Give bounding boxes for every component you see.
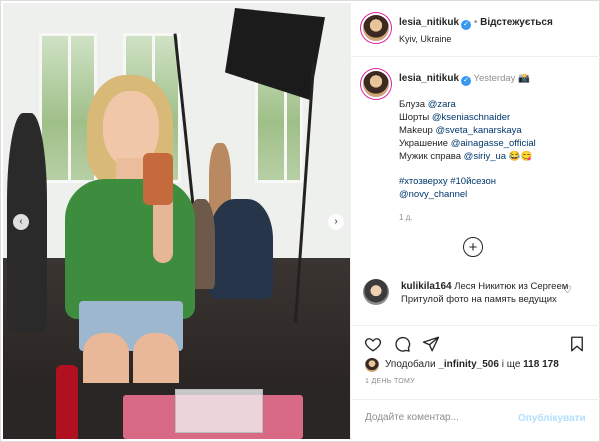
likes-prefix: Уподобали xyxy=(385,359,436,370)
comment-button[interactable] xyxy=(392,334,412,354)
caption-avatar[interactable] xyxy=(363,71,389,97)
share-button[interactable] xyxy=(421,334,441,354)
red-bottle xyxy=(56,365,78,439)
laugh-emoji-icon: 😂😋 xyxy=(508,151,533,162)
verified-badge-icon: ✓ xyxy=(461,76,472,86)
makeup-box xyxy=(175,389,263,433)
commenter-username[interactable]: kulikila164 xyxy=(401,281,452,292)
commenter-avatar[interactable] xyxy=(363,279,389,305)
publish-comment-button[interactable]: Опублікувати xyxy=(518,413,586,424)
caption-line: Makeup @sveta_kanarskaya xyxy=(399,125,522,137)
add-comment-bar: Опублікувати xyxy=(351,399,600,439)
caption-line-text: Шорты xyxy=(399,112,432,123)
separator-dot: • xyxy=(473,17,478,28)
caption-line-text: Блуза xyxy=(399,99,428,110)
chevron-right-icon: › xyxy=(334,216,338,227)
caption-username[interactable]: lesia_nitikuk xyxy=(399,73,459,84)
caption-hashtags[interactable]: #хтозверху #10йсезон xyxy=(399,176,496,188)
chevron-left-icon: ‹ xyxy=(19,216,23,227)
heart-icon xyxy=(364,338,382,352)
comment-bubble-icon xyxy=(395,336,411,352)
header-title-row: lesia_nitikuk ✓ • Відстежується xyxy=(399,17,553,30)
save-button[interactable] xyxy=(567,334,587,354)
caption-line: Шорты @kseniaschnaider xyxy=(399,112,510,124)
post-side-panel: lesia_nitikuk ✓ • Відстежується Kyiv, Ukr… xyxy=(350,3,600,439)
caption-line-text: Makeup xyxy=(399,125,436,136)
caption-channel-mention[interactable]: @novy_channel xyxy=(399,189,467,201)
following-button[interactable]: Відстежується xyxy=(480,17,553,28)
verified-badge-icon: ✓ xyxy=(461,20,472,30)
smartphone xyxy=(143,153,173,205)
load-more-comments-button[interactable]: + xyxy=(463,237,483,257)
post-timestamp[interactable]: 1 ДЕНЬ ТОМУ xyxy=(365,378,415,385)
caption-header: lesia_nitikuk ✓ Yesterday 📸 xyxy=(399,73,530,86)
like-button[interactable] xyxy=(363,334,383,354)
bookmark-icon xyxy=(571,336,583,352)
paper-plane-icon xyxy=(422,336,440,352)
liker-avatar[interactable] xyxy=(365,358,379,372)
author-avatar[interactable] xyxy=(363,15,389,41)
background-person xyxy=(209,199,273,299)
caption-mention[interactable]: @sveta_kanarskaya xyxy=(435,125,521,136)
caption-mention[interactable]: @zara xyxy=(428,99,456,110)
caption-line-text: Украшение xyxy=(399,138,451,149)
caption-mention[interactable]: @siriy_ua xyxy=(464,151,506,162)
post-location[interactable]: Kyiv, Ukraine xyxy=(399,34,451,44)
likes-summary: Уподобали _infinity_506 і ще 118 178 xyxy=(385,359,559,370)
caption-mention[interactable]: @kseniaschnaider xyxy=(432,112,510,123)
post-photo[interactable]: ‹ › xyxy=(3,3,350,439)
green-shirt xyxy=(65,179,195,319)
comment-body: kulikila164 Леся Никитюк из Сергеем Прит… xyxy=(401,280,571,306)
post-header: lesia_nitikuk ✓ • Відстежується Kyiv, Ukr… xyxy=(351,3,600,57)
camera-emoji-icon: 📸 xyxy=(518,73,530,84)
likes-count[interactable]: 118 178 xyxy=(523,359,559,370)
caption-mention[interactable]: @ainagasse_official xyxy=(451,138,536,149)
caption-line-text: Мужик справа xyxy=(399,151,464,162)
author-username[interactable]: lesia_nitikuk xyxy=(399,17,459,28)
prev-photo-button[interactable]: ‹ xyxy=(13,214,29,230)
caption-age: 1 д. xyxy=(399,213,413,222)
likes-middle: і ще xyxy=(501,359,521,370)
instagram-post: ‹ › lesia_nitikuk ✓ • Відстежується Kyiv,… xyxy=(0,0,600,442)
post-actions-bar xyxy=(351,325,600,355)
comment-input[interactable] xyxy=(365,412,515,423)
caption-time: Yesterday xyxy=(473,73,516,84)
caption-line: Украшение @ainagasse_official xyxy=(399,138,536,150)
plus-circle-icon: + xyxy=(468,238,478,256)
caption-line: Мужик справа @siriy_ua 😂😋 xyxy=(399,151,532,163)
liker-username[interactable]: _infinity_506 xyxy=(438,359,499,370)
like-comment-heart-icon[interactable]: ♡ xyxy=(563,285,572,296)
caption-line: Блуза @zara xyxy=(399,99,456,111)
next-photo-button[interactable]: › xyxy=(328,214,344,230)
